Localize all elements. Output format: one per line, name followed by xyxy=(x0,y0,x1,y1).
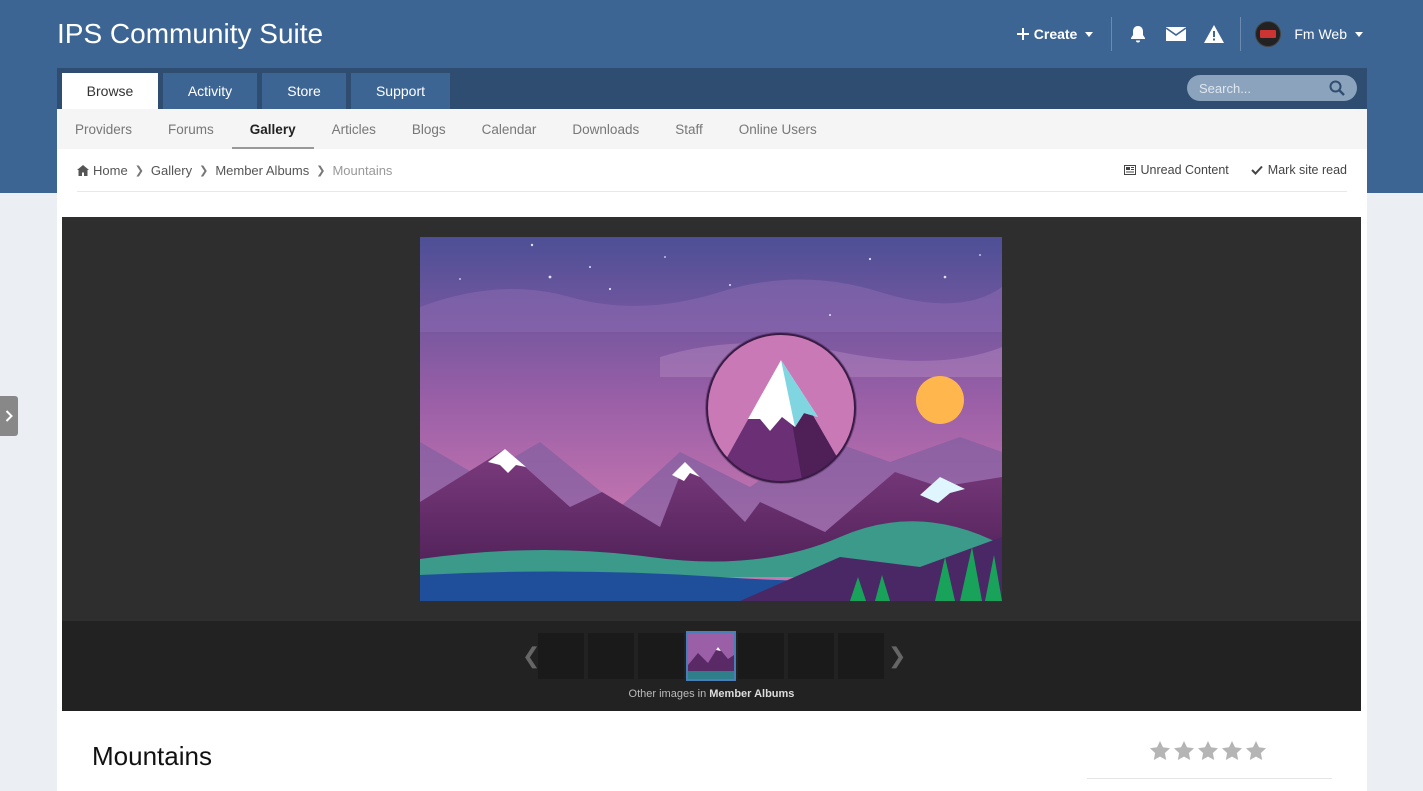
chevron-down-icon xyxy=(1355,31,1363,37)
search-icon[interactable] xyxy=(1329,80,1345,96)
thumbnail[interactable] xyxy=(838,633,884,679)
thumbnail[interactable] xyxy=(538,633,584,679)
chevron-right-icon: ❯ xyxy=(316,164,326,177)
home-icon xyxy=(77,164,89,176)
chevron-right-icon xyxy=(5,410,13,422)
secondary-nav: Providers Forums Gallery Articles Blogs … xyxy=(57,109,1367,149)
breadcrumb-current: Mountains xyxy=(332,162,393,178)
star-icon[interactable] xyxy=(1174,741,1194,760)
star-icon[interactable] xyxy=(1222,741,1242,760)
subnav-gallery[interactable]: Gallery xyxy=(231,109,314,149)
create-label: Create xyxy=(1033,26,1078,42)
subnav-calendar[interactable]: Calendar xyxy=(464,109,555,149)
breadcrumb-actions: Unread Content Mark site read xyxy=(1123,163,1347,177)
mark-site-read-link[interactable]: Mark site read xyxy=(1251,163,1347,177)
chevron-right-icon[interactable]: ❯ xyxy=(888,643,906,669)
subnav-online-users[interactable]: Online Users xyxy=(721,109,835,149)
divider xyxy=(1111,17,1113,51)
sidebar-toggle[interactable] xyxy=(0,396,18,436)
create-button[interactable]: Create xyxy=(1016,26,1094,42)
thumbnail-strip: ❮ ❯ Other images in Member Albums xyxy=(62,621,1361,711)
subnav-blogs[interactable]: Blogs xyxy=(394,109,464,149)
tab-store[interactable]: Store xyxy=(262,73,346,109)
user-avatar xyxy=(1255,21,1282,47)
thumbnail-image xyxy=(688,633,734,679)
subnav-staff[interactable]: Staff xyxy=(657,109,721,149)
subnav-articles[interactable]: Articles xyxy=(314,109,394,149)
username: Fm Web xyxy=(1294,26,1347,42)
tab-activity[interactable]: Activity xyxy=(163,73,257,109)
thumbnail-caption: Other images in Member Albums xyxy=(628,688,795,700)
chevron-down-icon xyxy=(1085,31,1094,37)
main-content: Home ❯ Gallery ❯ Member Albums ❯ Mountai… xyxy=(57,149,1367,791)
check-icon xyxy=(1251,165,1263,175)
thumbnail[interactable] xyxy=(638,633,684,679)
primary-tabs: Browse Activity Store Support xyxy=(57,68,1367,109)
bell-icon xyxy=(1131,26,1146,43)
breadcrumb-gallery[interactable]: Gallery xyxy=(151,163,192,178)
tab-browse[interactable]: Browse xyxy=(62,73,158,109)
main-navigation: Browse Activity Store Support Providers … xyxy=(57,68,1367,149)
search-box xyxy=(1187,75,1357,101)
user-menu[interactable]: Fm Web xyxy=(1255,21,1363,47)
messages-button[interactable] xyxy=(1164,22,1188,46)
star-icon[interactable] xyxy=(1198,741,1218,760)
star-rating[interactable] xyxy=(1150,741,1266,760)
warning-icon xyxy=(1204,25,1225,43)
subnav-downloads[interactable]: Downloads xyxy=(554,109,657,149)
image-title: Mountains xyxy=(92,741,212,771)
divider xyxy=(1087,778,1332,779)
subnav-forums[interactable]: Forums xyxy=(150,109,232,149)
breadcrumb: Home ❯ Gallery ❯ Member Albums ❯ Mountai… xyxy=(77,149,1347,192)
star-icon[interactable] xyxy=(1246,741,1266,760)
plus-icon xyxy=(1016,28,1029,40)
newspaper-icon xyxy=(1123,165,1136,175)
thumbnail[interactable] xyxy=(788,633,834,679)
main-image[interactable] xyxy=(420,237,1002,601)
divider xyxy=(1240,17,1242,51)
image-lightbox: ❮ ❯ Other images in Member Albums xyxy=(62,217,1361,711)
chevron-right-icon: ❯ xyxy=(199,164,209,177)
thumbnail[interactable] xyxy=(738,633,784,679)
album-link[interactable]: Member Albums xyxy=(709,688,794,700)
unread-content-link[interactable]: Unread Content xyxy=(1123,163,1229,177)
subnav-providers[interactable]: Providers xyxy=(57,109,150,149)
breadcrumb-home[interactable]: Home xyxy=(77,163,128,178)
notifications-button[interactable] xyxy=(1126,22,1150,46)
star-icon[interactable] xyxy=(1150,741,1170,760)
user-bar: Create Fm Web xyxy=(1016,15,1363,53)
reports-button[interactable] xyxy=(1202,22,1226,46)
search-input[interactable] xyxy=(1199,80,1329,96)
site-title[interactable]: IPS Community Suite xyxy=(57,18,323,50)
thumbnail[interactable] xyxy=(588,633,634,679)
breadcrumb-member-albums[interactable]: Member Albums xyxy=(215,163,309,178)
chevron-right-icon: ❯ xyxy=(134,164,144,177)
tab-support[interactable]: Support xyxy=(351,73,450,109)
thumbnail-current[interactable] xyxy=(686,631,736,681)
envelope-icon xyxy=(1165,27,1187,41)
